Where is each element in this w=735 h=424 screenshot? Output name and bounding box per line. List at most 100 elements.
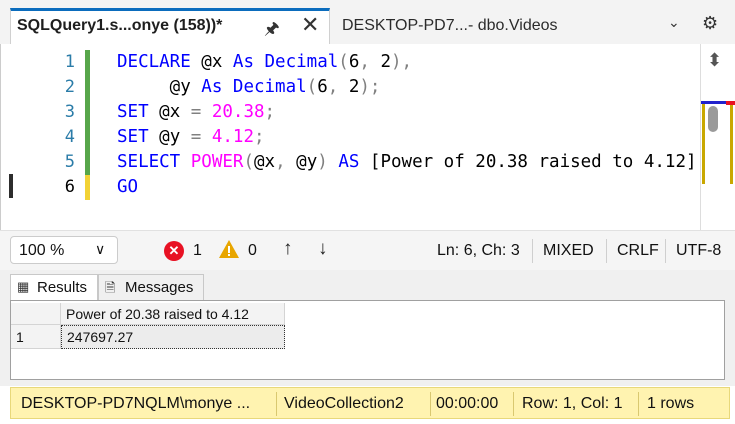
current-line-marker	[9, 174, 13, 198]
grid-icon: ▦	[17, 279, 30, 294]
cursor-position[interactable]: Ln: 6, Ch: 3	[437, 242, 520, 260]
tab-messages[interactable]: 🗎 Messages	[98, 274, 204, 300]
separator	[606, 239, 607, 263]
code-token: 2	[380, 52, 391, 72]
code-token: @x	[201, 52, 233, 72]
code-token: SELECT	[117, 152, 191, 172]
code-token: [Power of 20.38 raised to 4.12]	[369, 152, 697, 172]
tab-mode[interactable]: MIXED	[543, 242, 594, 260]
code-token: );	[359, 77, 381, 97]
code-token: SET	[117, 127, 160, 147]
arrow-down-icon[interactable]: ↓	[318, 238, 328, 260]
line-number: 4	[64, 127, 75, 147]
row-number[interactable]: 1	[11, 325, 61, 349]
row-col-position: Row: 1, Col: 1	[522, 395, 623, 412]
code-token: 6	[348, 52, 360, 72]
separator	[532, 239, 533, 263]
change-marker	[702, 104, 705, 184]
code-token: 2	[348, 77, 360, 97]
elapsed-time: 00:00:00	[436, 395, 499, 412]
saved-change-marker	[85, 50, 90, 175]
code-token: Decimal	[232, 77, 307, 97]
code-token: ,	[275, 152, 297, 172]
file-encoding[interactable]: UTF-8	[676, 242, 721, 260]
code-token: @x	[254, 152, 276, 172]
code-token: ),	[391, 52, 413, 72]
error-count[interactable]: 1	[193, 242, 202, 260]
error-icon[interactable]: ✕	[164, 241, 184, 261]
code-token: (	[338, 52, 349, 72]
line-number: 3	[64, 102, 75, 122]
connection-status-bar: DESKTOP-PD7NQLM\monye ... VideoCollectio…	[10, 387, 730, 419]
tab-title: SQLQuery1.s...onye (158))*	[17, 17, 223, 34]
separator	[665, 239, 666, 263]
line-ending[interactable]: CRLF	[617, 242, 659, 260]
error-marker	[726, 101, 735, 105]
code-token: ;	[264, 102, 276, 122]
code-token: (	[306, 77, 318, 97]
arrow-up-icon[interactable]: ↑	[283, 238, 293, 260]
separator	[430, 392, 431, 416]
vertical-scrollbar[interactable]: ⬍	[700, 44, 735, 230]
code-line[interactable]: SELECT POWER(@x, @y) AS [Power of 20.38 …	[117, 150, 701, 175]
code-token: 4.12	[211, 127, 254, 147]
row-count: 1 rows	[647, 395, 695, 412]
grid-corner[interactable]	[11, 303, 61, 325]
code-token: ;	[254, 127, 265, 147]
separator	[638, 392, 639, 416]
code-line[interactable]: SET @x = 20.38;	[117, 100, 701, 125]
code-token: As	[232, 52, 265, 72]
code-line[interactable]: GO	[117, 175, 701, 200]
code-token: SET	[117, 102, 160, 122]
results-grid[interactable]: Power of 20.38 raised to 4.12 1 247697.2…	[10, 300, 725, 380]
tab-label: Messages	[125, 279, 194, 296]
code-token: 6	[317, 77, 328, 97]
code-token: Decimal	[264, 52, 339, 72]
warning-icon[interactable]	[218, 239, 240, 259]
code-token: )	[317, 152, 339, 172]
line-number: 2	[64, 77, 75, 97]
chevron-down-icon[interactable]: ⌄	[668, 14, 680, 31]
code-token: 20.38	[211, 102, 265, 122]
change-marker	[730, 104, 733, 184]
scroll-thumb[interactable]	[708, 106, 718, 132]
code-token: =	[190, 102, 212, 122]
warning-count[interactable]: 0	[248, 242, 257, 260]
code-line[interactable]: SET @y = 4.12;	[117, 125, 701, 150]
tab-results[interactable]: ▦ Results	[10, 274, 98, 300]
code-token: ,	[359, 52, 381, 72]
unsaved-change-marker	[85, 175, 90, 200]
code-line[interactable]: @y As Decimal(6, 2);	[117, 75, 701, 100]
code-token: @y	[296, 152, 318, 172]
code-line[interactable]: DECLARE @x As Decimal(6, 2),	[117, 50, 701, 75]
results-pane: ▦ Results 🗎 Messages Power of 20.38 rais…	[0, 270, 735, 386]
close-icon[interactable]: ✕	[301, 12, 319, 38]
code-token: @x	[159, 102, 191, 122]
line-number: 1	[64, 52, 75, 72]
split-editor-icon[interactable]: ⬍	[707, 50, 722, 71]
tab-sqlquery1[interactable]: SQLQuery1.s...onye (158))* 🖈 ✕	[10, 8, 330, 44]
code-token: @y	[117, 77, 202, 97]
zoom-value: 100 %	[19, 242, 65, 259]
editor-status-bar: 100 % ∨ ✕ 1 0 ↑ ↓ Ln: 6, Ch: 3 MIXED CRL…	[0, 230, 735, 270]
query-editor[interactable]: 1 2 3 4 5 6 DECLARE @x As Decimal(6, 2),…	[0, 44, 735, 269]
code-token: POWER	[190, 152, 244, 172]
separator	[276, 392, 277, 416]
code-token: As	[201, 77, 233, 97]
code-token: @y	[159, 127, 191, 147]
column-header[interactable]: Power of 20.38 raised to 4.12	[61, 303, 285, 325]
database-name: VideoCollection2	[284, 395, 404, 412]
pin-icon[interactable]: 🖈	[264, 16, 280, 45]
code-text[interactable]: DECLARE @x As Decimal(6, 2), @y As Decim…	[117, 50, 701, 200]
code-token: GO	[117, 177, 139, 197]
server-name: DESKTOP-PD7NQLM\monye ...	[21, 395, 251, 412]
code-token: AS	[338, 152, 370, 172]
line-number: 5	[64, 152, 75, 172]
code-token: ,	[327, 77, 349, 97]
line-numbers: 1 2 3 4 5 6	[41, 50, 75, 200]
gear-icon[interactable]: ⚙	[702, 13, 718, 34]
zoom-select[interactable]: 100 % ∨	[10, 236, 118, 264]
tab-dbo-videos[interactable]: DESKTOP-PD7...- dbo.Videos	[332, 10, 652, 42]
code-token: =	[190, 127, 212, 147]
grid-cell[interactable]: 247697.27	[61, 325, 285, 349]
